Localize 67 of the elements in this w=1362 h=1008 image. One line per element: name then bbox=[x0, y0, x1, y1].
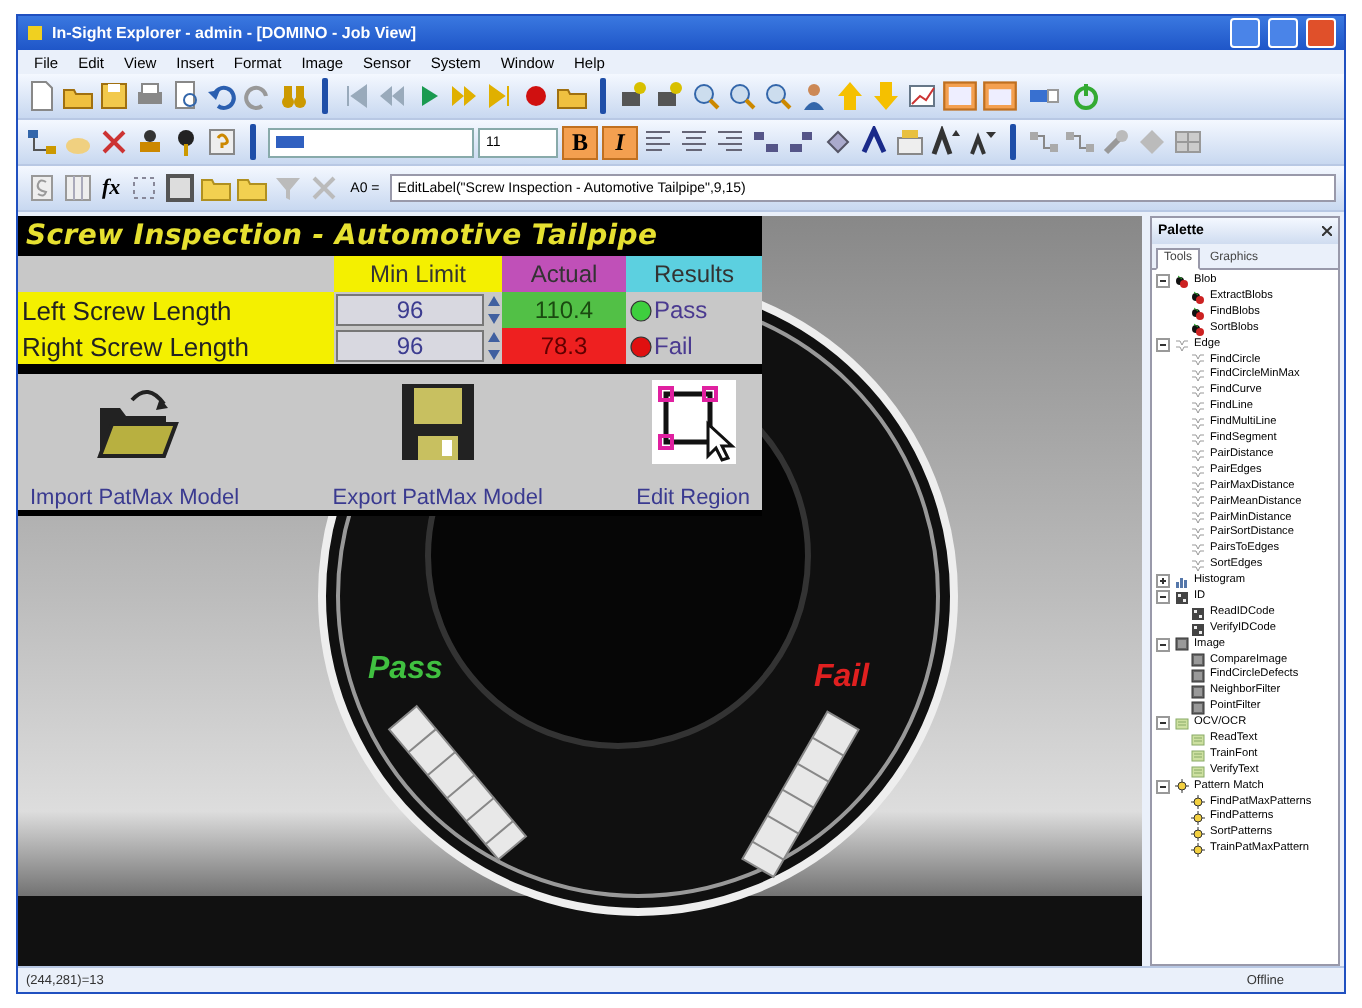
zoom-out-icon[interactable] bbox=[726, 80, 758, 112]
font-sample-icon bbox=[276, 136, 304, 148]
panel-button[interactable]: Import PatMax Model bbox=[26, 374, 244, 510]
font-color-icon[interactable] bbox=[858, 126, 890, 158]
expander[interactable] bbox=[1156, 590, 1170, 605]
camera-icon[interactable] bbox=[654, 80, 686, 112]
columns-icon[interactable] bbox=[62, 172, 94, 204]
maximize-button[interactable] bbox=[1268, 18, 1298, 48]
expander[interactable] bbox=[1156, 574, 1170, 589]
new-file-icon[interactable] bbox=[26, 80, 58, 112]
italic-button[interactable]: I bbox=[602, 125, 638, 159]
row-label: Left Screw Length bbox=[18, 292, 334, 328]
save-icon[interactable] bbox=[98, 80, 130, 112]
grid-icon[interactable] bbox=[1172, 126, 1204, 158]
histogram-icon bbox=[1174, 573, 1190, 590]
result-label: Pass bbox=[368, 652, 443, 688]
font-grow-icon[interactable] bbox=[930, 126, 962, 158]
record-icon[interactable] bbox=[520, 80, 552, 112]
app-icon bbox=[26, 24, 44, 42]
font-shrink-icon[interactable] bbox=[966, 126, 998, 158]
view-toggle-icon[interactable] bbox=[942, 78, 978, 114]
image-frame-icon[interactable] bbox=[164, 172, 197, 204]
column-header: Results bbox=[626, 256, 762, 292]
result-label: Fail bbox=[814, 660, 870, 696]
font-dropdown[interactable] bbox=[268, 127, 474, 157]
person-icon[interactable] bbox=[798, 80, 830, 112]
undo-icon[interactable] bbox=[206, 80, 238, 112]
rewind-icon[interactable] bbox=[376, 80, 408, 112]
min-limit-field[interactable]: 96 bbox=[336, 330, 484, 362]
column-header: Actual bbox=[502, 256, 626, 292]
window-title: In-Sight Explorer - admin - [DOMINO - Job View] bbox=[52, 24, 419, 42]
panel-button[interactable]: Export PatMax Model bbox=[328, 374, 547, 510]
close-icon[interactable] bbox=[1322, 226, 1332, 236]
function-button[interactable]: fx bbox=[98, 176, 125, 200]
min-limit-field[interactable]: 96 bbox=[336, 294, 484, 326]
close-button[interactable] bbox=[1306, 18, 1336, 48]
bold-button[interactable]: B bbox=[562, 125, 598, 159]
connect-nodes-icon[interactable] bbox=[1028, 126, 1060, 158]
zoom-fit-icon[interactable] bbox=[762, 80, 794, 112]
expander[interactable] bbox=[1156, 716, 1170, 731]
camera-icon[interactable] bbox=[618, 80, 650, 112]
power-icon[interactable] bbox=[1070, 80, 1102, 112]
selection-icon[interactable] bbox=[128, 172, 161, 204]
expander[interactable] bbox=[1156, 338, 1170, 352]
network-icon[interactable] bbox=[26, 126, 58, 158]
chart-icon[interactable] bbox=[906, 80, 938, 112]
result-text: Fail bbox=[654, 332, 693, 360]
expander[interactable] bbox=[1156, 274, 1170, 289]
window-icon[interactable] bbox=[982, 78, 1018, 114]
print-preview-icon[interactable] bbox=[170, 80, 202, 112]
panel-button[interactable]: Edit Region bbox=[632, 374, 754, 510]
actual-value: 78.3 bbox=[502, 328, 626, 364]
zoom-in-icon[interactable] bbox=[690, 80, 722, 112]
expander[interactable] bbox=[1156, 637, 1170, 652]
panel-title: Screw Inspection - Automotive Tailpipe bbox=[24, 218, 660, 256]
column-header: Min Limit bbox=[334, 256, 502, 292]
minimize-button[interactable] bbox=[1230, 18, 1260, 48]
actual-value: 110.4 bbox=[502, 292, 626, 328]
region-select-icon bbox=[651, 380, 736, 464]
binoculars-icon[interactable] bbox=[278, 80, 310, 112]
wrench-icon[interactable] bbox=[1100, 126, 1132, 158]
redo-icon[interactable] bbox=[242, 80, 274, 112]
expander[interactable] bbox=[1156, 779, 1170, 794]
row-label: Right Screw Length bbox=[18, 328, 334, 364]
connect-nodes-icon[interactable] bbox=[1064, 126, 1096, 158]
fill-color-icon[interactable] bbox=[822, 126, 854, 158]
result-text: Pass bbox=[654, 296, 708, 324]
